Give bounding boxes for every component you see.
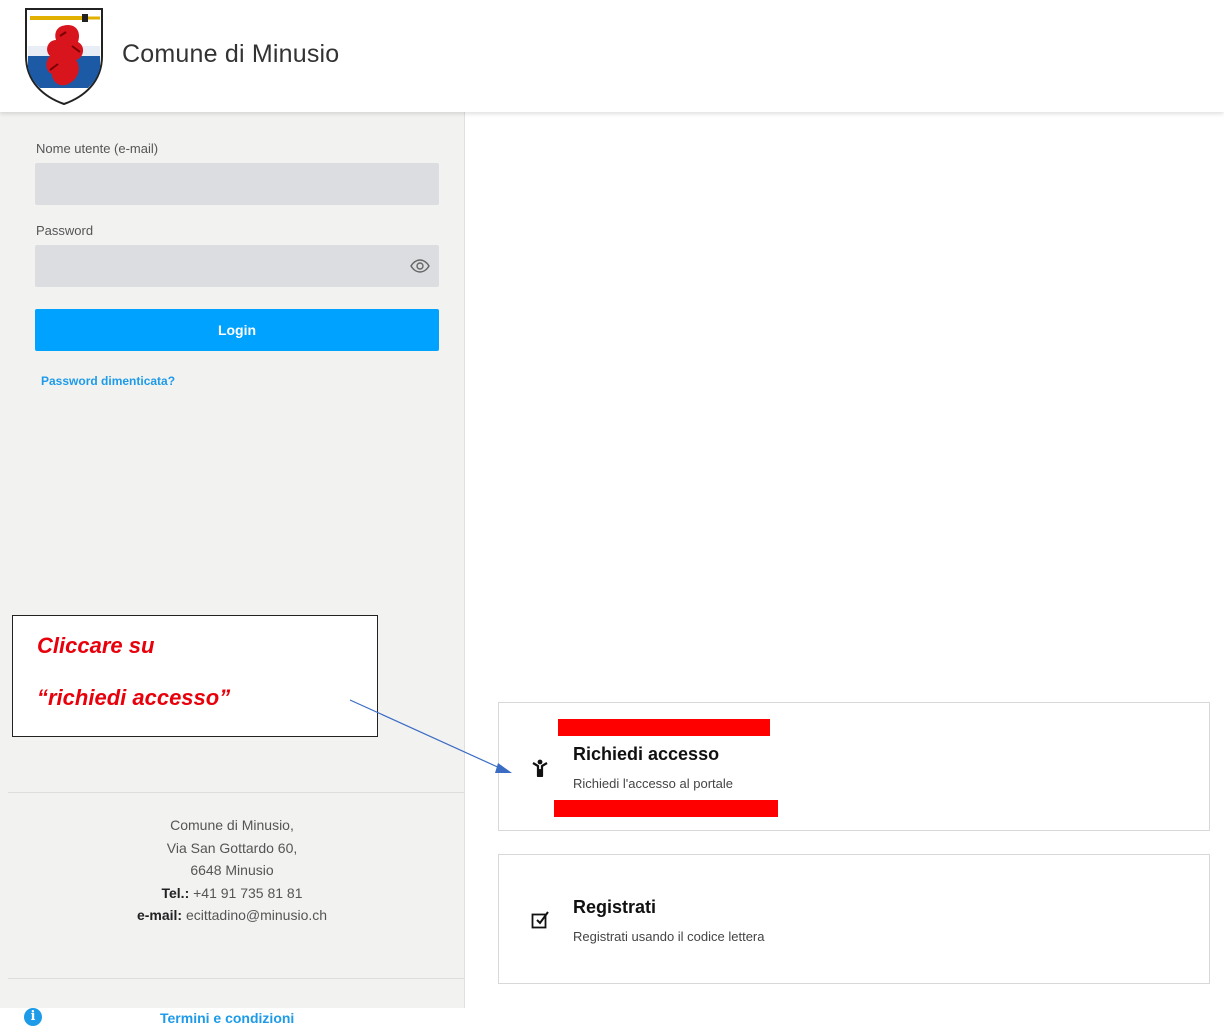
annotation-callout: Cliccare su “richiedi accesso” xyxy=(12,615,378,737)
password-input[interactable] xyxy=(35,245,439,287)
email-label: e-mail: xyxy=(136,907,183,923)
annotation-line: Cliccare su xyxy=(37,633,155,658)
person-icon xyxy=(532,759,548,777)
password-label: Password xyxy=(36,223,94,238)
highlight-bar xyxy=(554,800,778,817)
address-block: Comune di Minusio, Via San Gottardo 60, … xyxy=(0,814,464,927)
username-label: Nome utente (e-mail) xyxy=(36,141,159,156)
request-access-card[interactable]: Richiedi accesso Richiedi l'accesso al p… xyxy=(498,702,1210,831)
divider xyxy=(8,978,464,979)
address-line: 6648 Minusio xyxy=(190,862,274,878)
phone-value: +41 91 735 81 81 xyxy=(193,884,303,901)
edit-checkbox-icon xyxy=(531,911,549,929)
login-button[interactable]: Login xyxy=(35,309,439,351)
divider xyxy=(8,792,464,793)
coat-of-arms-logo xyxy=(25,8,103,106)
email-value: ecittadino@minusio.ch xyxy=(185,907,328,923)
register-card[interactable]: Registrati Registrati usando il codice l… xyxy=(498,854,1210,984)
phone-label: Tel.: xyxy=(161,884,190,901)
email-line: e-mail: ecittadino@minusio.ch xyxy=(0,904,464,927)
address-line: Via San Gottardo 60, xyxy=(166,839,298,856)
terms-link[interactable]: Termini e condizioni xyxy=(160,1010,294,1026)
show-password-icon[interactable] xyxy=(410,259,430,273)
username-input[interactable] xyxy=(35,163,439,205)
address-line: Comune di Minusio, xyxy=(170,817,294,833)
brand-name: Comune di Minusio xyxy=(122,40,340,68)
info-icon: i xyxy=(24,1008,42,1026)
highlight-bar xyxy=(558,719,770,736)
request-access-subtitle: Richiedi l'accesso al portale xyxy=(573,776,734,791)
forgot-password-link[interactable]: Password dimenticata? xyxy=(41,374,175,388)
annotation-line: “richiedi accesso” xyxy=(37,685,231,710)
request-access-title: Richiedi accesso xyxy=(573,744,720,764)
phone-line: Tel.: +41 91 735 81 81 xyxy=(0,882,464,905)
register-subtitle: Registrati usando il codice lettera xyxy=(573,929,765,944)
register-title: Registrati xyxy=(573,897,657,917)
sidebar: Nome utente (e-mail) Password Login Pass… xyxy=(0,112,465,1026)
header: Comune di Minusio xyxy=(0,0,1224,112)
